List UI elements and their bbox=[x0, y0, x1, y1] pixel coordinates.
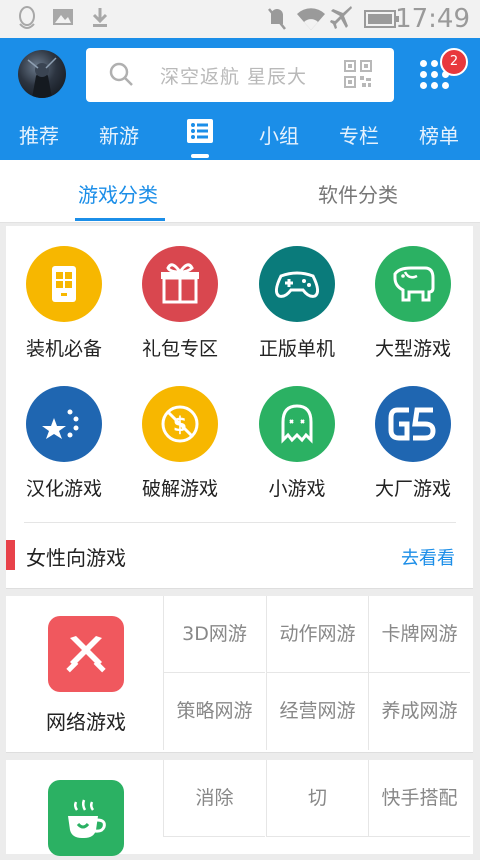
tab-category-icon[interactable] bbox=[186, 118, 214, 149]
category-label: 大型游戏 bbox=[374, 338, 451, 360]
gift-icon bbox=[142, 246, 218, 322]
category-label: 大厂游戏 bbox=[374, 478, 451, 500]
female-games-title: 女性向游戏 bbox=[26, 546, 126, 570]
crossed-swords-icon bbox=[48, 616, 124, 692]
subcategory-3d-online[interactable]: 3D网游 bbox=[163, 596, 265, 673]
subcategory-match[interactable]: 消除 bbox=[163, 760, 265, 837]
ghost-icon bbox=[259, 386, 335, 462]
category-large-games[interactable]: 大型游戏 bbox=[355, 246, 471, 361]
category-label: 装机必备 bbox=[25, 338, 102, 360]
tab-rankings[interactable]: 榜单 bbox=[419, 120, 459, 149]
mute-icon bbox=[266, 6, 288, 36]
notification-badge: 2 bbox=[440, 48, 468, 76]
no-dollar-icon: $ bbox=[142, 386, 218, 462]
app-header: 深空返航 星辰大 2 推荐 新游 小组 专栏 榜单 bbox=[0, 38, 480, 160]
status-bar: 17:49 bbox=[0, 0, 480, 38]
avatar[interactable] bbox=[18, 50, 66, 98]
subtab-indicator bbox=[75, 218, 165, 221]
category-mini-games[interactable]: 小游戏 bbox=[239, 386, 355, 501]
subcategory-raising-online[interactable]: 养成网游 bbox=[368, 673, 470, 750]
tab-groups[interactable]: 小组 bbox=[259, 120, 299, 149]
subcategory-card-online[interactable]: 卡牌网游 bbox=[368, 596, 470, 673]
tab-recommend[interactable]: 推荐 bbox=[19, 120, 59, 149]
qr-scan-icon[interactable] bbox=[344, 60, 372, 92]
category-label: 正版单机 bbox=[258, 338, 335, 360]
wifi-icon bbox=[296, 6, 326, 36]
category-label: 汉化游戏 bbox=[25, 478, 102, 500]
section-accent bbox=[6, 540, 15, 570]
online-games-card: 网络游戏 3D网游 动作网游 卡牌网游 策略网游 经营网游 养成网游 bbox=[6, 596, 473, 753]
image-icon bbox=[52, 6, 74, 32]
g5-icon bbox=[375, 386, 451, 462]
subtab-software-categories[interactable]: 软件分类 bbox=[318, 179, 398, 208]
subcategory-quick-hands[interactable]: 快手搭配 bbox=[368, 760, 470, 837]
divider bbox=[24, 522, 456, 523]
online-games-label: 网络游戏 bbox=[46, 710, 126, 734]
subcategory-strategy-online[interactable]: 策略网游 bbox=[163, 673, 265, 750]
main-nav: 推荐 新游 小组 专栏 榜单 bbox=[0, 118, 480, 160]
tab-new-games[interactable]: 新游 bbox=[99, 120, 139, 149]
qq-icon bbox=[16, 6, 38, 36]
category-label: 小游戏 bbox=[268, 478, 326, 500]
category-licensed-standalone[interactable]: 正版单机 bbox=[239, 246, 355, 361]
category-label: 破解游戏 bbox=[141, 478, 218, 500]
category-cracked-games[interactable]: $ 破解游戏 bbox=[122, 386, 238, 501]
subtab-game-categories[interactable]: 游戏分类 bbox=[78, 179, 158, 208]
clock: 17:49 bbox=[395, 4, 470, 34]
coffee-cup-icon bbox=[48, 780, 124, 856]
svg-text:$: $ bbox=[173, 412, 187, 436]
elephant-icon bbox=[375, 246, 451, 322]
category-essentials[interactable]: 装机必备 bbox=[6, 246, 122, 361]
casual-games-card: 消除 切 快手搭配 bbox=[6, 760, 473, 856]
subcategory-management-online[interactable]: 经营网游 bbox=[266, 673, 368, 750]
category-gift-packs[interactable]: 礼包专区 bbox=[122, 246, 238, 361]
subcategory-slice[interactable]: 切 bbox=[266, 760, 368, 837]
subcategory-action-online[interactable]: 动作网游 bbox=[266, 596, 368, 673]
category-big-studio-games[interactable]: 大厂游戏 bbox=[355, 386, 471, 501]
download-icon bbox=[90, 6, 110, 32]
online-games-category[interactable]: 网络游戏 bbox=[26, 616, 146, 735]
stars-icon bbox=[26, 386, 102, 462]
gamepad-icon bbox=[259, 246, 335, 322]
sub-tabs: 游戏分类 软件分类 bbox=[0, 160, 480, 223]
tab-columns[interactable]: 专栏 bbox=[339, 120, 379, 149]
search-placeholder: 深空返航 星辰大 bbox=[160, 66, 308, 88]
search-icon bbox=[108, 61, 134, 91]
female-games-link[interactable]: 去看看 bbox=[401, 544, 455, 570]
active-tab-indicator bbox=[191, 154, 209, 158]
category-card: 装机必备 礼包专区 正版单机 大型游戏 汉化游戏 $ 破解游戏 小游戏 大厂游戏… bbox=[6, 226, 473, 589]
airplane-icon bbox=[330, 6, 354, 34]
category-chinese-localized[interactable]: 汉化游戏 bbox=[6, 386, 122, 501]
search-box[interactable]: 深空返航 星辰大 bbox=[86, 48, 394, 102]
casual-games-category[interactable] bbox=[26, 780, 146, 856]
category-label: 礼包专区 bbox=[141, 338, 218, 360]
phone-grid-icon bbox=[26, 246, 102, 322]
